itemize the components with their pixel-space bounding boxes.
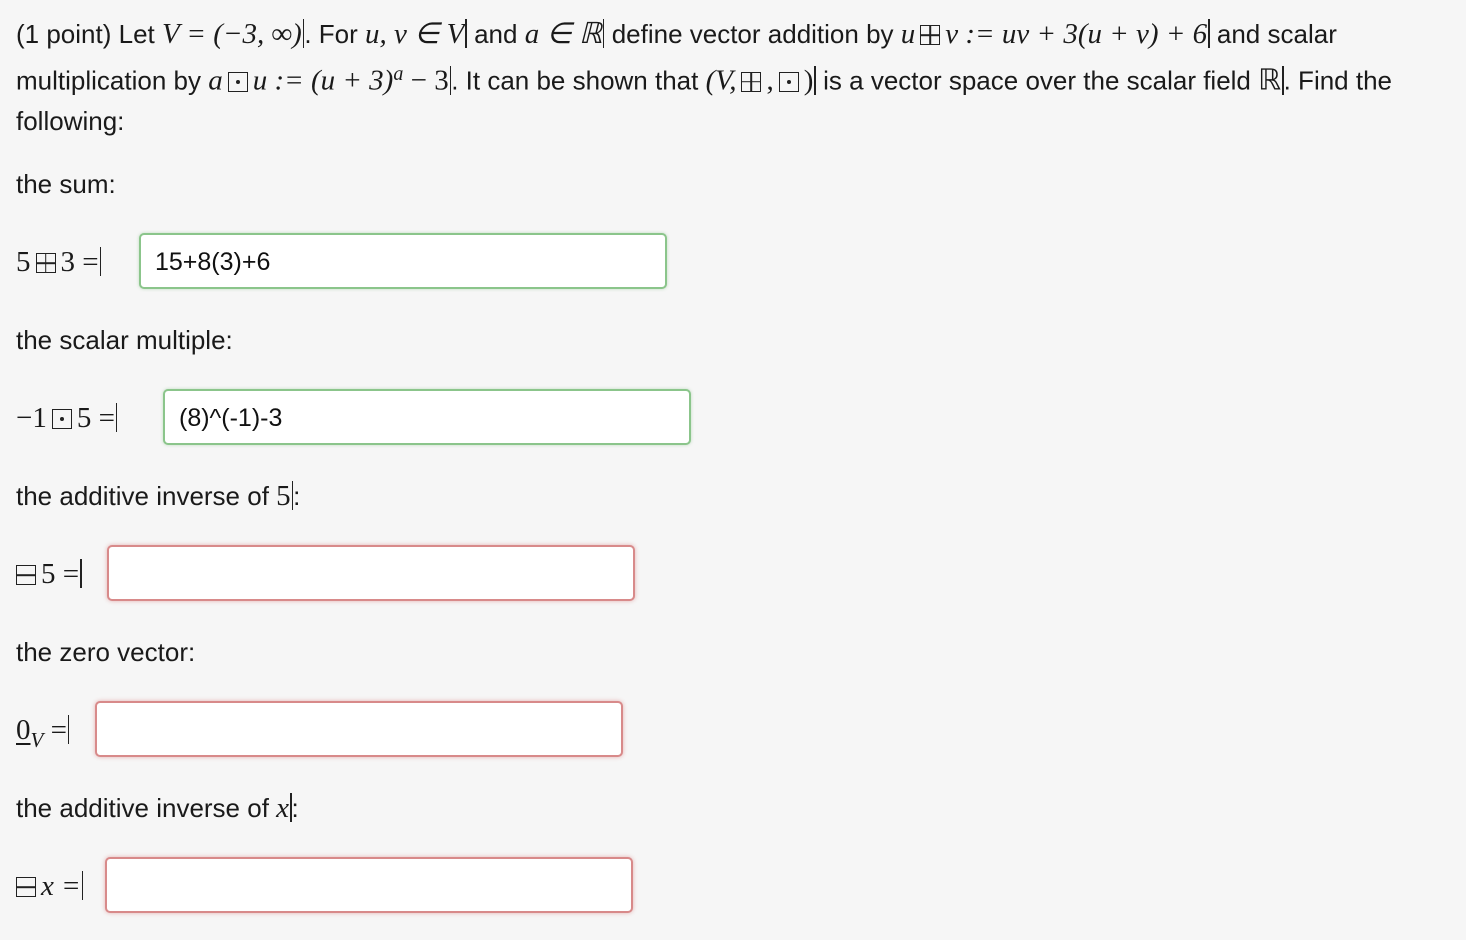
label-colon: : xyxy=(293,481,301,511)
box-dot-operator-icon xyxy=(227,71,248,92)
sum-expression: 5 3 = xyxy=(16,242,102,282)
math-a: a xyxy=(208,64,223,97)
scalar-multiple-answer-input[interactable]: (8)^(-1)-3 xyxy=(163,389,691,445)
additive-inverse-5-label: the additive inverse of 5: xyxy=(16,480,300,512)
problem-points: (1 point) Let xyxy=(16,19,155,49)
sum-label: the sum: xyxy=(16,169,116,199)
sum-operand-a: 5 xyxy=(16,246,31,278)
math-five: 5 xyxy=(276,480,291,512)
scalar-multiple-expression: −1 5 = xyxy=(16,398,118,438)
math-addition-definition: v := uv + 3(u + v) + 6 xyxy=(945,18,1208,50)
math-multiplication-definition: u := (u + 3) xyxy=(252,64,394,97)
math-equals: = xyxy=(43,714,67,746)
additive-inverse-x-operand: x = xyxy=(41,870,81,902)
math-tuple-open: (V, xyxy=(705,64,737,97)
math-minus-three: − 3 xyxy=(403,64,449,97)
additive-inverse-x-answer-input[interactable] xyxy=(105,857,633,913)
additive-inverse-5-expression: 5 = xyxy=(16,554,82,594)
math-a-in-R: a ∈ ℝ xyxy=(524,18,602,50)
zero-vector-label: the zero vector: xyxy=(16,637,196,667)
additive-inverse-x-label: the additive inverse of x: xyxy=(16,792,299,824)
box-dot-operator-icon xyxy=(778,71,799,92)
sum-answer-input[interactable]: 15+8(3)+6 xyxy=(139,233,667,289)
math-tuple-close: ) xyxy=(803,64,814,97)
additive-inverse-x-text: the additive inverse of xyxy=(16,793,269,823)
scalar-operand-b: 5 = xyxy=(76,402,115,434)
math-V-definition: V = (−3, ∞) xyxy=(161,18,302,50)
additive-inverse-x-expression: x = xyxy=(16,866,84,906)
box-dot-operator-icon xyxy=(51,409,72,429)
math-u: u xyxy=(900,18,916,50)
additive-inverse-5-answer-input[interactable] xyxy=(107,545,635,601)
box-plus-operator-icon xyxy=(741,71,762,92)
math-subscript-V: V xyxy=(30,728,44,752)
math-uv-in-V: u, v ∈ V xyxy=(365,18,465,50)
problem-text: is a vector space over the scalar field xyxy=(823,65,1251,96)
math-R: ℝ xyxy=(1258,64,1282,97)
zero-vector-answer-input[interactable] xyxy=(95,701,623,757)
box-minus-operator-icon xyxy=(16,565,36,585)
problem-text: . It can be shown that xyxy=(451,65,699,96)
additive-inverse-5-operand: 5 = xyxy=(41,558,80,590)
math-x: x xyxy=(276,792,290,824)
problem-text: and xyxy=(474,19,518,49)
sum-operand-b: 3 = xyxy=(60,246,99,278)
zero-vector-expression: 0V = xyxy=(16,710,70,760)
problem-text: . For xyxy=(304,19,358,49)
box-minus-operator-icon xyxy=(16,877,36,897)
label-colon: : xyxy=(291,793,299,823)
math-comma: , xyxy=(766,64,774,97)
additive-inverse-5-text: the additive inverse of xyxy=(16,481,269,511)
scalar-operand-a: −1 xyxy=(16,402,47,434)
box-plus-operator-icon xyxy=(920,25,941,45)
problem-statement: (1 point) Let V = (−3, ∞). For u, v ∈ V … xyxy=(16,14,1456,141)
math-exponent-a: a xyxy=(393,63,404,85)
problem-text: define vector addition by xyxy=(611,19,894,49)
math-zero: 0 xyxy=(16,714,31,746)
scalar-multiple-label: the scalar multiple: xyxy=(16,325,233,355)
box-plus-operator-icon xyxy=(35,253,56,273)
